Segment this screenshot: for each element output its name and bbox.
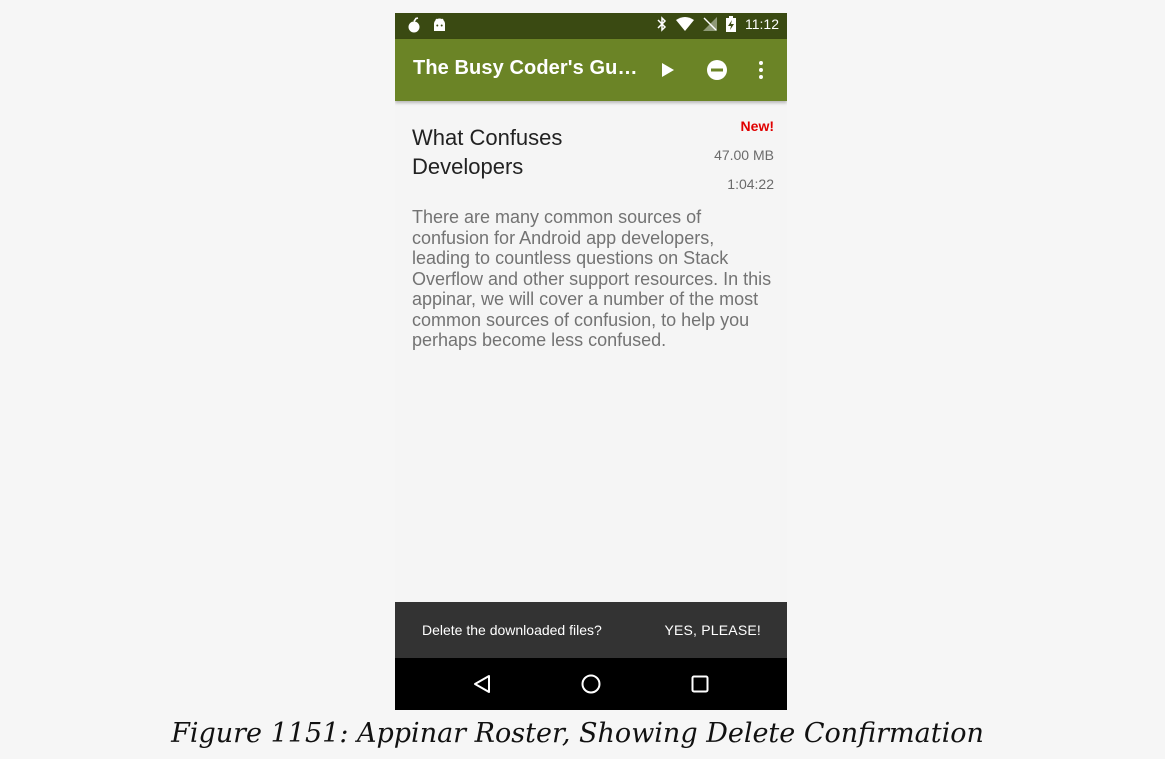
snackbar-message: Delete the downloaded files?	[422, 622, 602, 638]
new-badge: New!	[740, 118, 774, 134]
wifi-icon	[676, 17, 694, 31]
bomb-icon	[407, 17, 421, 33]
remove-circle-icon	[707, 60, 727, 80]
file-size: 47.00 MB	[714, 147, 774, 163]
battery-charging-icon	[726, 16, 736, 32]
duration: 1:04:22	[727, 176, 774, 192]
play-icon	[662, 63, 674, 77]
app-title: The Busy Coder's Gu…	[413, 57, 638, 79]
recents-icon	[691, 675, 709, 693]
navigation-bar	[395, 658, 787, 710]
app-bar: The Busy Coder's Gu…	[395, 39, 787, 101]
appinar-detail: What Confuses Developers New! 47.00 MB 1…	[395, 101, 787, 602]
back-button[interactable]	[470, 672, 494, 696]
android-icon	[433, 18, 446, 32]
bluetooth-icon	[657, 16, 667, 32]
overflow-menu-icon	[759, 61, 763, 79]
appinar-title: What Confuses Developers	[412, 125, 563, 179]
snackbar: Delete the downloaded files? YES, PLEASE…	[395, 602, 787, 658]
home-button[interactable]	[579, 672, 603, 696]
back-icon	[474, 675, 490, 693]
phone-screen: 11:12 The Busy Coder's Gu… What Confuses…	[395, 13, 787, 710]
no-signal-icon	[703, 17, 717, 31]
snackbar-confirm-button[interactable]: YES, PLEASE!	[664, 622, 761, 638]
appinar-description: There are many common sources of confusi…	[412, 207, 772, 350]
play-button[interactable]	[654, 56, 682, 84]
home-icon	[581, 674, 601, 694]
recents-button[interactable]	[688, 672, 712, 696]
overflow-menu-button[interactable]	[747, 56, 775, 84]
delete-button[interactable]	[703, 56, 731, 84]
status-bar: 11:12	[395, 13, 787, 39]
clock: 11:12	[745, 16, 779, 32]
figure-caption: Figure 1151: Appinar Roster, Showing Del…	[171, 718, 984, 749]
